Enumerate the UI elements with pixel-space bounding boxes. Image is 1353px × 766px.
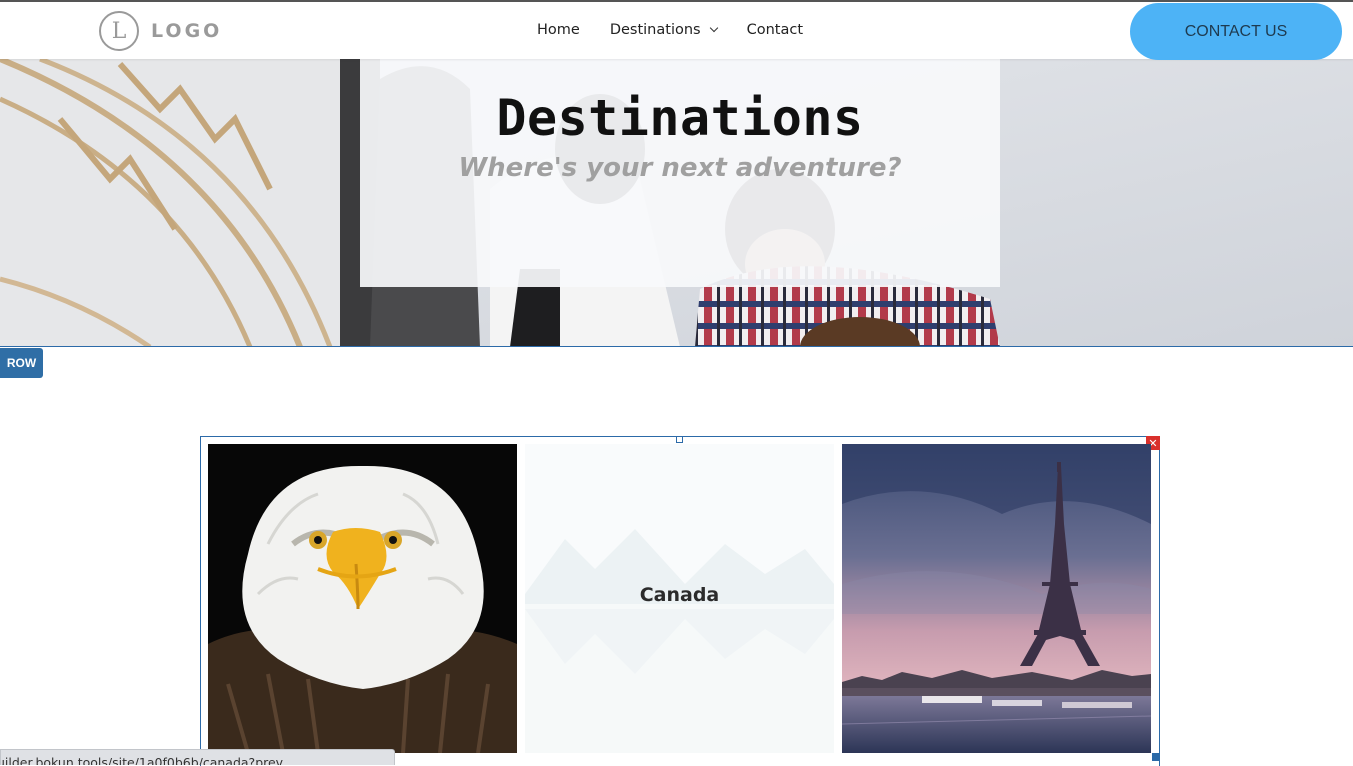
hero-section: Destinations Where's your next adventure… bbox=[0, 59, 1353, 347]
tile-label-canada: Canada bbox=[639, 584, 720, 606]
destination-tile-paris[interactable] bbox=[842, 444, 1151, 753]
page-title: Destinations bbox=[496, 89, 864, 147]
resize-handle-bottom-right[interactable] bbox=[1152, 753, 1159, 761]
status-url: uilder.bokun.tools/site/1a0f0b6b/canada?… bbox=[0, 755, 295, 765]
logo-mark: L bbox=[99, 11, 139, 51]
nav-contact-label: Contact bbox=[746, 22, 804, 38]
chevron-down-icon bbox=[709, 23, 718, 33]
bald-eagle-image bbox=[208, 444, 517, 753]
nav-home-label: Home bbox=[537, 22, 580, 38]
hero-title-card: Destinations Where's your next adventure… bbox=[360, 59, 1000, 287]
site-logo[interactable]: L LOGO bbox=[99, 11, 222, 51]
resize-handle-top[interactable] bbox=[676, 436, 683, 443]
nav-contact[interactable]: Contact bbox=[747, 22, 803, 38]
nav-destinations-label: Destinations bbox=[609, 22, 701, 38]
row-editor-badge[interactable]: ROW bbox=[0, 348, 43, 378]
contact-us-button[interactable]: CONTACT US bbox=[1130, 3, 1342, 60]
eiffel-tower-image bbox=[842, 444, 1151, 753]
link-preview-statusbar: uilder.bokun.tools/site/1a0f0b6b/canada?… bbox=[0, 749, 395, 765]
site-header: L LOGO Home Destinations Contact CONTACT… bbox=[0, 0, 1353, 60]
page-subtitle: Where's your next adventure? bbox=[458, 153, 902, 183]
main-nav: Home Destinations Contact bbox=[537, 22, 803, 38]
destination-tile-eagle[interactable] bbox=[208, 444, 517, 753]
logo-text: LOGO bbox=[151, 20, 223, 42]
nav-destinations[interactable]: Destinations bbox=[609, 22, 718, 38]
nav-home[interactable]: Home bbox=[537, 22, 580, 38]
destination-tile-canada[interactable]: Canada bbox=[525, 444, 834, 753]
